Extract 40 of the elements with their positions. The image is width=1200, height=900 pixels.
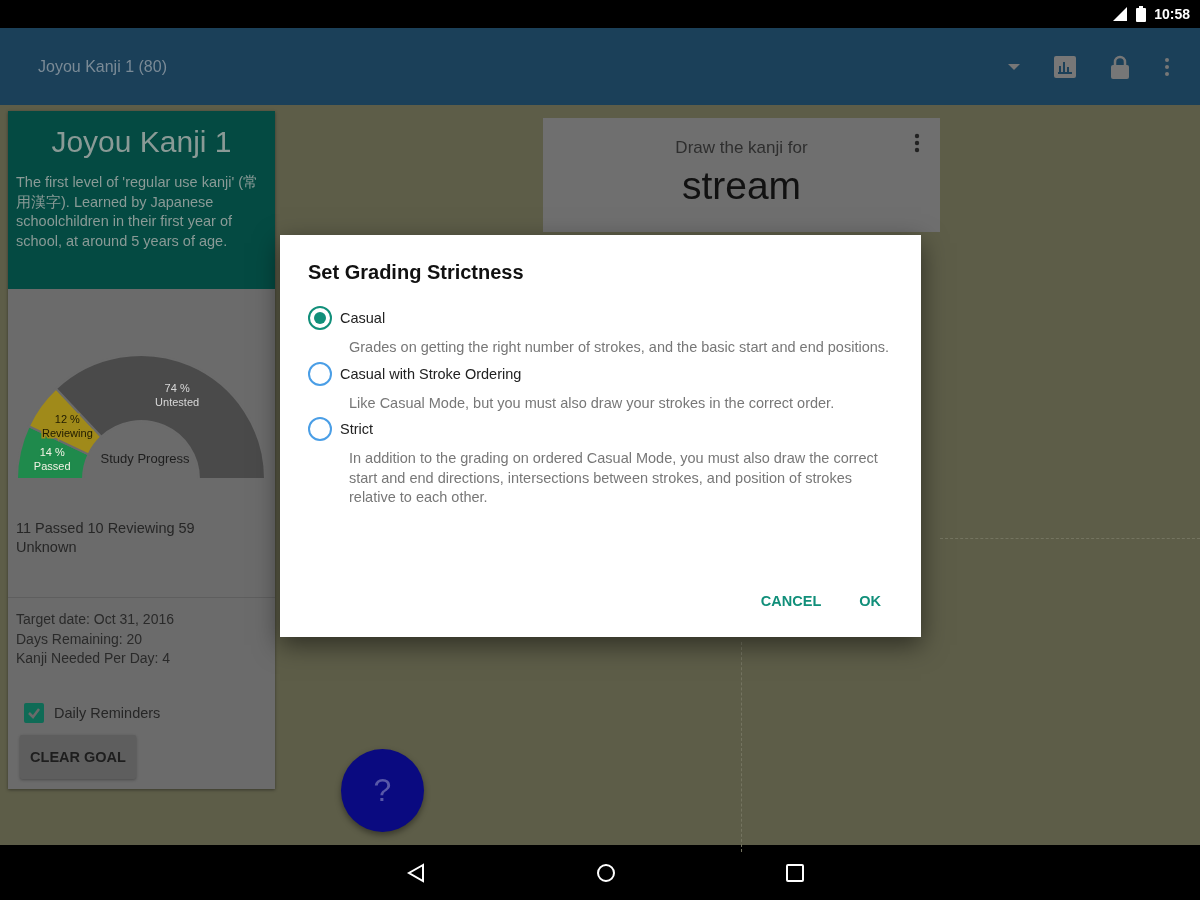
prompt-caption: Draw the kanji for bbox=[675, 138, 808, 158]
dialog-button[interactable]: CANCEL bbox=[748, 585, 834, 617]
chart-icon[interactable] bbox=[1054, 55, 1076, 78]
deck-title[interactable]: Joyou Kanji 1 (80) bbox=[38, 57, 167, 76]
prompt-word: stream bbox=[681, 164, 802, 208]
clock-time: 10:58 bbox=[1154, 6, 1190, 22]
radio-button[interactable] bbox=[308, 306, 332, 330]
dropdown-icon[interactable] bbox=[1008, 63, 1020, 70]
dialog-title: Set Grading Strictness bbox=[308, 261, 525, 284]
option-label[interactable]: Casual bbox=[340, 310, 386, 326]
goal-info: Target date: Oct 31, 2016 bbox=[16, 610, 175, 629]
checkbox[interactable] bbox=[24, 702, 44, 723]
chart-title: Study Progress bbox=[100, 451, 190, 466]
clear-goal-button[interactable]: CLEAR GOAL bbox=[20, 734, 136, 779]
option-description: Like Casual Mode, but you must also draw your strokes in the correct order. bbox=[349, 393, 836, 413]
option-label[interactable]: Casual with Stroke Ordering bbox=[340, 365, 522, 382]
slice-label: 14 % Passed bbox=[33, 446, 71, 473]
deck-heading: Joyou Kanji 1 bbox=[50, 125, 233, 159]
checkbox-label: Daily Reminders bbox=[54, 704, 161, 721]
more-icon[interactable] bbox=[1164, 56, 1170, 77]
goal-info: Kanji Needed Per Day: 4 bbox=[16, 649, 172, 668]
deck-description: The first level of 'regular use kanji' (常用漢字). Learned by Japanese schoolchildren in their first year of school, at around 5 years of age. bbox=[16, 173, 260, 251]
recents-icon[interactable] bbox=[786, 863, 804, 882]
radio-button[interactable] bbox=[308, 361, 332, 386]
progress-summary: 11 Passed 10 Reviewing 59 Unknown bbox=[15, 519, 196, 557]
option-description: Grades on getting the right number of strokes, and the basic start and end positions. bbox=[349, 338, 891, 357]
back-icon[interactable] bbox=[406, 862, 426, 883]
home-icon[interactable] bbox=[596, 862, 616, 883]
more-icon[interactable] bbox=[914, 133, 920, 153]
lock-icon[interactable] bbox=[1110, 54, 1130, 79]
slice-label: 12 % Reviewing bbox=[42, 412, 93, 439]
dialog-button[interactable]: OK bbox=[847, 585, 893, 617]
option-description: In addition to the grading on ordered Casual Mode, you must also draw the correct start and end directions, intersections between strokes, and position of strokes relative to each other. bbox=[349, 449, 879, 507]
goal-info: Days Remaining: 20 bbox=[16, 629, 144, 649]
radio-button[interactable] bbox=[308, 417, 332, 441]
signal-icon bbox=[1112, 6, 1129, 22]
battery-icon bbox=[1136, 6, 1147, 22]
option-label[interactable]: Strict bbox=[340, 421, 374, 437]
help-button[interactable]: ? bbox=[341, 749, 424, 832]
slice-label: 74 % Untested bbox=[155, 382, 200, 409]
